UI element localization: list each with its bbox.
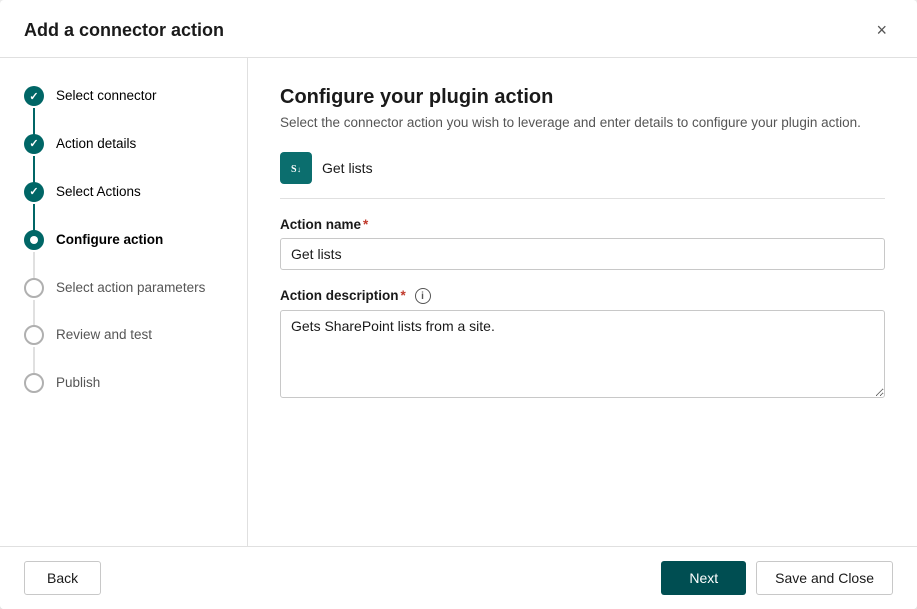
modal-footer: Back Next Save and Close bbox=[0, 546, 917, 609]
close-button[interactable]: × bbox=[870, 18, 893, 43]
step-action-details: ✓ Action details bbox=[0, 134, 247, 182]
step-left: ✓ bbox=[24, 182, 44, 230]
step-left: ✓ bbox=[24, 86, 44, 134]
step-label-select-connector: Select connector bbox=[56, 86, 157, 134]
action-icon-label: Get lists bbox=[322, 160, 373, 176]
sharepoint-icon: S ↓ bbox=[287, 159, 305, 177]
content-title: Configure your plugin action bbox=[280, 86, 885, 109]
step-configure-action: Configure action bbox=[0, 230, 247, 278]
step-check-icon: ✓ bbox=[29, 185, 38, 198]
action-description-label: Action description* i bbox=[280, 288, 885, 304]
back-button[interactable]: Back bbox=[24, 561, 101, 595]
step-left bbox=[24, 230, 44, 278]
step-review-and-test: Review and test bbox=[0, 325, 247, 373]
step-check-icon: ✓ bbox=[29, 90, 38, 103]
modal-body: ✓ Select connector ✓ Action details bbox=[0, 58, 917, 546]
step-label-action-details: Action details bbox=[56, 134, 136, 182]
step-circle-select-action-parameters bbox=[24, 278, 44, 298]
action-description-textarea[interactable]: Gets SharePoint lists from a site. bbox=[280, 310, 885, 398]
action-name-field: Action name* bbox=[280, 217, 885, 288]
step-circle-select-actions: ✓ bbox=[24, 182, 44, 202]
step-left bbox=[24, 325, 44, 373]
step-label-select-action-parameters: Select action parameters bbox=[56, 278, 205, 326]
action-name-input[interactable] bbox=[280, 238, 885, 270]
info-icon[interactable]: i bbox=[415, 288, 431, 304]
step-label-configure-action: Configure action bbox=[56, 230, 163, 278]
content-subtitle: Select the connector action you wish to … bbox=[280, 115, 885, 130]
action-name-label: Action name* bbox=[280, 217, 885, 232]
step-label-select-actions: Select Actions bbox=[56, 182, 141, 230]
step-label-publish: Publish bbox=[56, 373, 100, 421]
step-publish: Publish bbox=[0, 373, 247, 421]
required-star: * bbox=[363, 217, 368, 232]
action-icon: S ↓ bbox=[280, 152, 312, 184]
step-check-icon: ✓ bbox=[29, 137, 38, 150]
required-star-desc: * bbox=[401, 288, 406, 303]
step-select-connector: ✓ Select connector bbox=[0, 86, 247, 134]
modal-title: Add a connector action bbox=[24, 20, 224, 41]
modal-header: Add a connector action × bbox=[0, 0, 917, 58]
action-description-field: Action description* i Gets SharePoint li… bbox=[280, 288, 885, 403]
step-circle-publish bbox=[24, 373, 44, 393]
main-content: Configure your plugin action Select the … bbox=[248, 58, 917, 546]
step-left bbox=[24, 373, 44, 421]
step-select-actions: ✓ Select Actions bbox=[0, 182, 247, 230]
step-left: ✓ bbox=[24, 134, 44, 182]
step-circle-review-and-test bbox=[24, 325, 44, 345]
svg-text:↓: ↓ bbox=[297, 165, 301, 174]
step-circle-action-details: ✓ bbox=[24, 134, 44, 154]
step-label-review-and-test: Review and test bbox=[56, 325, 152, 373]
step-left bbox=[24, 278, 44, 326]
next-button[interactable]: Next bbox=[661, 561, 746, 595]
footer-right: Next Save and Close bbox=[661, 561, 893, 595]
sidebar: ✓ Select connector ✓ Action details bbox=[0, 58, 248, 546]
modal-container: Add a connector action × ✓ Select connec… bbox=[0, 0, 917, 609]
step-circle-configure-action bbox=[24, 230, 44, 250]
stepper: ✓ Select connector ✓ Action details bbox=[0, 86, 247, 421]
action-icon-row: S ↓ Get lists bbox=[280, 152, 885, 199]
step-dot bbox=[30, 236, 38, 244]
step-select-action-parameters: Select action parameters bbox=[0, 278, 247, 326]
save-close-button[interactable]: Save and Close bbox=[756, 561, 893, 595]
step-circle-select-connector: ✓ bbox=[24, 86, 44, 106]
